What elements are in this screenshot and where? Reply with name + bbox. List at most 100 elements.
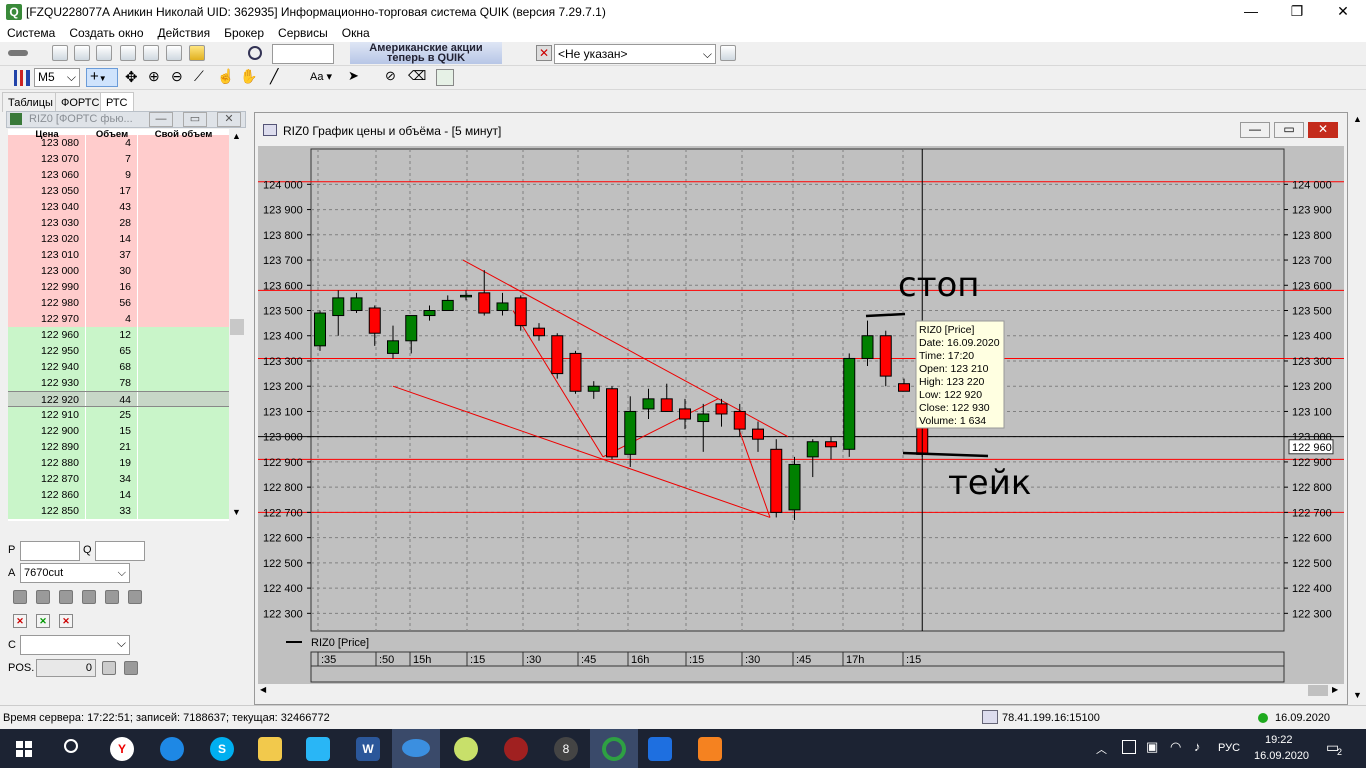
red-app-icon[interactable] (504, 737, 528, 761)
orderbook-volume-cell[interactable]: 68 (86, 359, 138, 375)
orderbook-row[interactable]: 122 860 14 (8, 487, 229, 503)
orderbook-own-cell[interactable] (138, 183, 229, 199)
orderbook-own-cell[interactable] (138, 247, 229, 263)
delete-objects-icon[interactable]: ⌫ (408, 68, 426, 84)
tray-chevron-up-icon[interactable]: ︿ (1096, 741, 1107, 757)
orderbook-row[interactable]: 123 020 14 (8, 231, 229, 247)
hand-point-icon[interactable]: ☝ (217, 68, 234, 85)
orderbook-row[interactable]: 122 980 56 (8, 295, 229, 311)
ruler-icon[interactable]: ⟋ (194, 68, 204, 85)
orderbook-volume-cell[interactable]: 14 (86, 487, 138, 503)
orderbook-price-cell[interactable]: 122 860 (8, 487, 86, 503)
orderbook-volume-cell[interactable]: 19 (86, 455, 138, 471)
yandex-browser-icon[interactable]: Y (110, 737, 134, 761)
indicator-icon[interactable] (436, 69, 454, 86)
orderbook-row[interactable]: 122 970 4 (8, 311, 229, 327)
bar-chart-icon[interactable] (14, 70, 30, 86)
price-input[interactable] (20, 541, 80, 561)
orderbook-own-cell[interactable] (138, 215, 229, 231)
hide-icon[interactable]: ⊘ (385, 68, 396, 84)
orderbook-row[interactable]: 122 930 78 (8, 375, 229, 391)
orderbook-volume-cell[interactable]: 34 (86, 471, 138, 487)
orderbook-own-cell[interactable] (138, 231, 229, 247)
g-app-icon[interactable] (698, 737, 722, 761)
app-icon[interactable] (306, 737, 330, 761)
orderbook-volume-cell[interactable]: 17 (86, 183, 138, 199)
orderbook-price-cell[interactable]: 123 030 (8, 215, 86, 231)
taskbar-date[interactable]: 16.09.2020 (1254, 750, 1309, 762)
close-button[interactable]: ✕ (1320, 0, 1366, 24)
orderbook-scrollbar[interactable]: ▲ ▼ (229, 129, 245, 521)
orderbook-price-cell[interactable]: 122 910 (8, 407, 86, 423)
tray-app-icon[interactable] (1122, 740, 1136, 754)
scroll-up-icon[interactable]: ▲ (1353, 114, 1362, 124)
orderbook-volume-cell[interactable]: 43 (86, 199, 138, 215)
orderbook-price-cell[interactable]: 122 980 (8, 295, 86, 311)
orderbook-row[interactable]: 123 010 37 (8, 247, 229, 263)
orderbook-price-cell[interactable]: 122 960 (8, 327, 86, 343)
orderbook-price-cell[interactable]: 122 870 (8, 471, 86, 487)
move-icon[interactable]: ✥ (125, 68, 138, 86)
orderbook-price-cell[interactable]: 123 000 (8, 263, 86, 279)
orderbook-row[interactable]: 122 890 21 (8, 439, 229, 455)
eight-app-icon[interactable]: 8 (554, 737, 578, 761)
scroll-left-icon[interactable]: ◀ (260, 685, 266, 694)
orderbook-volume-cell[interactable]: 7 (86, 151, 138, 167)
wifi-icon[interactable]: ◠ (1170, 739, 1181, 755)
orderbook-own-cell[interactable] (138, 471, 229, 487)
orderbook-own-cell[interactable] (138, 295, 229, 311)
account-select[interactable]: <Не указан> ⌵ (554, 44, 716, 64)
orderbook-volume-cell[interactable]: 30 (86, 263, 138, 279)
orderbook-volume-cell[interactable]: 4 (86, 135, 138, 151)
quantity-input[interactable] (95, 541, 145, 561)
zoom-out-icon[interactable]: ⊖ (171, 68, 183, 85)
orderbook-volume-cell[interactable]: 14 (86, 231, 138, 247)
orderbook-volume-cell[interactable]: 65 (86, 343, 138, 359)
orderbook-row[interactable]: 122 990 16 (8, 279, 229, 295)
minimize-button[interactable]: — (1228, 0, 1274, 24)
pos-button-1[interactable] (102, 661, 116, 675)
scroll-down-icon[interactable]: ▼ (1353, 690, 1362, 700)
tray-icon[interactable]: ▣ (1146, 739, 1158, 755)
orderbook-price-cell[interactable]: 123 050 (8, 183, 86, 199)
chart-hscrollbar[interactable]: ◀ ▶ (258, 684, 1344, 698)
menu-services[interactable]: Сервисы (271, 26, 335, 40)
orderbook-row[interactable]: 123 050 17 (8, 183, 229, 199)
orderbook-row[interactable]: 123 080 4 (8, 135, 229, 151)
scroll-down-icon[interactable]: ▼ (232, 507, 241, 517)
network-app-icon[interactable] (454, 737, 478, 761)
new-window-icon[interactable] (52, 45, 68, 61)
orderbook-row[interactable]: 122 940 68 (8, 359, 229, 375)
zoom-in-icon[interactable]: ⊕ (148, 68, 160, 85)
orderbook-row[interactable]: 122 880 19 (8, 455, 229, 471)
orderbook-row[interactable]: 123 000 30 (8, 263, 229, 279)
orderbook-price-cell[interactable]: 122 970 (8, 311, 86, 327)
table-edit-icon[interactable] (96, 45, 112, 61)
orderbook-own-cell[interactable] (138, 135, 229, 151)
trades-icon[interactable] (143, 45, 159, 61)
orderbook-own-cell[interactable] (138, 359, 229, 375)
crosshair-tool-button[interactable]: +▼ (86, 68, 118, 87)
orderbook-own-cell[interactable] (138, 455, 229, 471)
clear-account-icon[interactable]: ✕ (536, 45, 552, 61)
orderbook-volume-cell[interactable]: 44 (86, 392, 138, 406)
mail-icon[interactable] (166, 45, 182, 61)
taskbar-active-app[interactable] (392, 729, 440, 768)
chart-minimize-button[interactable]: — (1240, 122, 1270, 138)
menu-broker[interactable]: Брокер (217, 26, 271, 40)
orderbook-own-cell[interactable] (138, 199, 229, 215)
menu-system[interactable]: Система (0, 26, 62, 40)
chart-close-button[interactable]: ✕ (1308, 122, 1338, 138)
c-select[interactable]: ⌵ (20, 635, 130, 655)
orderbook-price-cell[interactable]: 122 990 (8, 279, 86, 295)
orderbook-row[interactable]: 122 900 15 (8, 423, 229, 439)
menu-actions[interactable]: Действия (151, 26, 218, 40)
orderbook-volume-cell[interactable]: 15 (86, 423, 138, 439)
orderbook-own-cell[interactable] (138, 151, 229, 167)
orderbook-row[interactable]: 123 060 9 (8, 167, 229, 183)
scroll-right-icon[interactable]: ▶ (1332, 685, 1338, 694)
orderbook-price-cell[interactable]: 123 080 (8, 135, 86, 151)
tab-tables[interactable]: Таблицы (2, 92, 59, 112)
orderbook-volume-cell[interactable]: 56 (86, 295, 138, 311)
orderbook-volume-cell[interactable]: 78 (86, 375, 138, 391)
